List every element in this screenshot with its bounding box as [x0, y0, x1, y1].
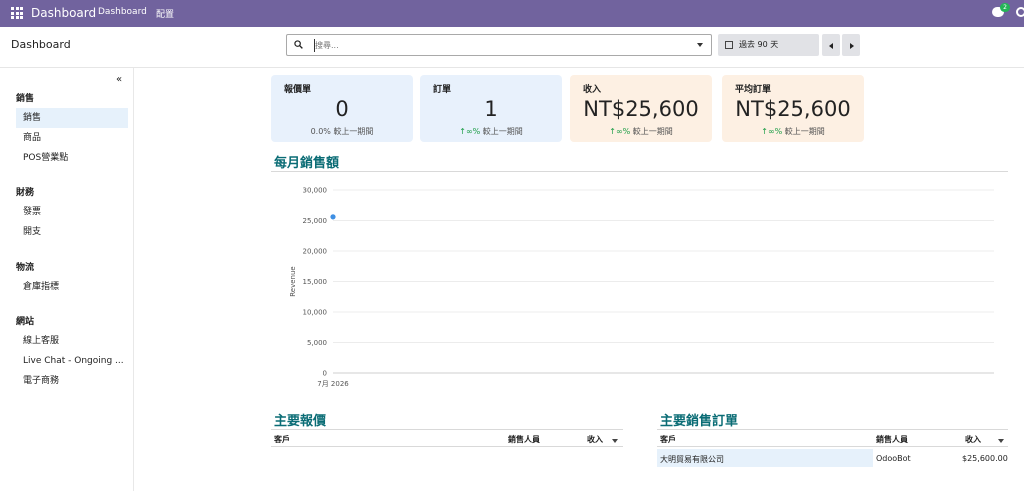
search-icon	[294, 40, 303, 49]
sidebar-section-logistics: 物流	[16, 263, 35, 273]
search-input[interactable]	[315, 37, 691, 53]
sidebar-item-expenses[interactable]: 開支	[16, 222, 128, 242]
row-revenue: $25,600.00	[962, 454, 1008, 463]
column-header-customer[interactable]: 客戶	[274, 434, 290, 445]
kpi-comparison: 0.0% 較上一期間	[271, 126, 413, 137]
period-label: 過去 90 天	[739, 40, 779, 49]
kpi-change-label: 較上一期間	[482, 127, 523, 136]
menu-dashboard[interactable]: Dashboard	[98, 7, 147, 17]
sidebar-item-invoices[interactable]: 發票	[16, 202, 128, 222]
column-header-salesperson[interactable]: 銷售人員	[876, 434, 908, 445]
control-panel: Dashboard 過去 90 天	[0, 27, 1024, 68]
top-navbar: Dashboard Dashboard 配置 2	[0, 0, 1024, 27]
y-tick-label: 20,000	[303, 248, 328, 256]
kpi-value: 0	[335, 97, 349, 121]
kpi-change-percent: ↑∞%	[761, 127, 783, 136]
sort-desc-icon[interactable]	[612, 439, 618, 443]
kpi-title: 訂單	[433, 85, 452, 95]
next-period-button[interactable]	[842, 34, 860, 56]
row-salesperson: OdooBot	[876, 454, 911, 463]
column-header-revenue[interactable]: 收入	[965, 434, 981, 445]
y-tick-label: 25,000	[303, 217, 328, 225]
user-menu-icon[interactable]	[1016, 7, 1024, 17]
table-header-divider	[271, 446, 623, 447]
y-tick-label: 10,000	[303, 309, 328, 317]
y-axis-label: Revenue	[289, 266, 297, 297]
kpi-card-revenue[interactable]: 收入 NT$25,600 ↑∞% 較上一期間	[570, 75, 712, 142]
menu-config[interactable]: 配置	[156, 7, 174, 20]
y-tick-label: 30,000	[303, 187, 328, 195]
sidebar-item-products[interactable]: 商品	[16, 128, 128, 148]
kpi-change-label: 較上一期間	[333, 127, 374, 136]
sidebar-item-ecommerce[interactable]: 電子商務	[16, 371, 128, 391]
search-options-toggle-icon[interactable]	[697, 43, 703, 47]
chevron-left-icon	[829, 43, 833, 49]
row-customer[interactable]: 大明貿易有限公司	[660, 454, 724, 465]
sidebar-section-website: 網站	[16, 317, 35, 327]
period-selector[interactable]: 過去 90 天	[718, 34, 819, 56]
section-divider	[657, 429, 1008, 430]
kpi-card-quotations[interactable]: 報價單 0 0.0% 較上一期間	[271, 75, 413, 142]
collapse-sidebar-icon[interactable]: «	[116, 74, 122, 85]
section-divider	[271, 429, 623, 430]
kpi-value: 1	[484, 97, 498, 121]
column-header-customer[interactable]: 客戶	[660, 434, 676, 445]
section-divider	[271, 171, 1008, 172]
calendar-icon	[725, 41, 733, 49]
kpi-card-average-order[interactable]: 平均訂單 NT$25,600 ↑∞% 較上一期間	[722, 75, 864, 142]
previous-period-button[interactable]	[822, 34, 840, 56]
kpi-comparison: ↑∞% 較上一期間	[570, 126, 712, 137]
column-header-revenue[interactable]: 收入	[587, 434, 603, 445]
y-tick-label: 15,000	[303, 278, 328, 286]
x-tick-label: 7月 2026	[317, 380, 349, 388]
sidebar-item-sales[interactable]: 銷售	[16, 108, 128, 128]
y-tick-label: 5,000	[307, 339, 327, 347]
kpi-change-percent: ↑∞%	[609, 127, 631, 136]
sidebar-item-live-support[interactable]: 線上客服	[16, 331, 128, 351]
kpi-comparison: ↑∞% 較上一期間	[722, 126, 864, 137]
kpi-change-label: 較上一期間	[784, 127, 825, 136]
chevron-right-icon	[850, 43, 854, 49]
sidebar-section-sales: 銷售	[16, 94, 35, 104]
kpi-title: 收入	[583, 85, 602, 95]
apps-menu-icon[interactable]	[11, 7, 23, 19]
sidebar-item-pos[interactable]: POS營業點	[16, 148, 128, 168]
monthly-sales-chart: 0 5,000 10,000 15,000 20,000 25,000 30,000 Reve…	[289, 187, 994, 388]
column-header-salesperson[interactable]: 銷售人員	[508, 434, 540, 445]
monthly-sales-title: 每月銷售額	[274, 156, 340, 171]
kpi-title: 平均訂單	[735, 85, 772, 95]
kpi-title: 報價單	[284, 85, 312, 95]
sort-desc-icon[interactable]	[998, 439, 1004, 443]
dashboard-sidebar: « 銷售 銷售 商品 POS營業點 財務 發票 開支 物流 倉庫指標 網站 線上…	[0, 68, 134, 491]
kpi-change-percent: ↑∞%	[459, 127, 481, 136]
top-quotations-title: 主要報價	[274, 414, 327, 429]
data-point	[330, 214, 336, 220]
kpi-card-orders[interactable]: 訂單 1 ↑∞% 較上一期間	[420, 75, 562, 142]
chat-count-badge: 2	[1000, 3, 1010, 12]
sidebar-item-live-chat[interactable]: Live Chat - Ongoing ...	[16, 351, 128, 371]
kpi-change-label: 較上一期間	[632, 127, 673, 136]
search-box[interactable]	[286, 34, 712, 56]
kpi-change-percent: 0.0%	[310, 127, 331, 136]
kpi-value: NT$25,600	[735, 97, 851, 121]
top-sales-orders-title: 主要銷售訂單	[660, 414, 739, 429]
current-app-name[interactable]: Dashboard	[31, 6, 96, 20]
page-title: Dashboard	[11, 38, 71, 51]
sidebar-item-warehouse[interactable]: 倉庫指標	[16, 277, 128, 297]
sidebar-section-finance: 財務	[16, 188, 35, 198]
table-header-divider	[657, 446, 1008, 447]
kpi-value: NT$25,600	[583, 97, 699, 121]
y-tick-label: 0	[323, 370, 327, 378]
kpi-comparison: ↑∞% 較上一期間	[420, 126, 562, 137]
